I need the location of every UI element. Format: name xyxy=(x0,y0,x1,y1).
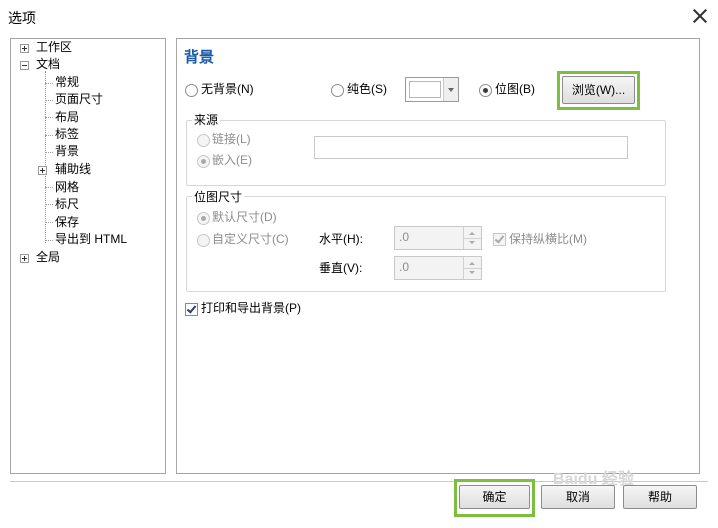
dialog-title: 选项 xyxy=(8,10,36,26)
vertical-size-value: .0 xyxy=(399,260,410,274)
tree-item-labels[interactable]: 标签 xyxy=(55,126,79,143)
vertical-size-stepper[interactable]: .0 xyxy=(394,256,482,280)
tree-guide-line xyxy=(45,71,46,243)
tree-item-label: 工作区 xyxy=(36,40,73,54)
tree-item-export-html[interactable]: 导出到 HTML xyxy=(55,231,127,248)
spin-up-icon[interactable] xyxy=(469,232,475,235)
default-size-radio[interactable] xyxy=(197,212,210,225)
tree-item-rulers[interactable]: 标尺 xyxy=(55,196,79,213)
cancel-button[interactable]: 取消 xyxy=(541,485,615,509)
tree-guide-line xyxy=(45,83,53,84)
color-picker[interactable] xyxy=(405,77,459,102)
solid-color-label[interactable]: 纯色(S) xyxy=(347,82,387,97)
spin-down-icon[interactable] xyxy=(469,271,475,274)
tree-item-label: 导出到 HTML xyxy=(55,232,128,246)
tree-item-layout[interactable]: 布局 xyxy=(55,109,79,126)
tree-guide-line xyxy=(45,100,53,101)
expand-icon[interactable] xyxy=(20,254,29,263)
close-icon[interactable] xyxy=(690,6,710,26)
tree-item-label: 标尺 xyxy=(55,197,80,211)
expand-icon[interactable] xyxy=(20,44,29,53)
tree-item-label: 布局 xyxy=(55,110,80,124)
embed-radio[interactable] xyxy=(197,155,210,168)
tree-item-general[interactable]: 常规 xyxy=(55,74,79,91)
chevron-down-icon[interactable] xyxy=(443,78,458,101)
link-radio[interactable] xyxy=(197,134,210,147)
background-settings-panel: 背景 无背景(N) 纯色(S) 位图(B) 浏览(W)... 来源 链接(L) … xyxy=(176,38,700,474)
tree-guide-line xyxy=(45,204,53,205)
tree-guide-line xyxy=(45,117,53,118)
tree-guide-line xyxy=(45,222,53,223)
bitmap-radio[interactable] xyxy=(479,84,492,97)
tree-item-label: 全局 xyxy=(36,250,61,264)
source-path-field[interactable] xyxy=(314,136,628,159)
tree-item-label: 辅助线 xyxy=(55,162,92,176)
tree-item-label: 网格 xyxy=(55,180,80,194)
keep-aspect-label: 保持纵横比(M) xyxy=(509,232,587,246)
section-title: 背景 xyxy=(184,49,215,66)
bitmap-label[interactable]: 位图(B) xyxy=(495,82,535,97)
spin-down-icon[interactable] xyxy=(469,241,475,244)
ok-button[interactable]: 确定 xyxy=(459,485,530,509)
default-size-label: 默认尺寸(D) xyxy=(212,210,277,224)
bitmap-size-group-title: 位图尺寸 xyxy=(192,190,245,204)
tree-item-label: 背景 xyxy=(55,144,80,158)
no-background-radio[interactable] xyxy=(185,84,198,97)
spin-divider xyxy=(464,268,481,269)
custom-size-label: 自定义尺寸(C) xyxy=(212,232,289,246)
print-export-label[interactable]: 打印和导出背景(P) xyxy=(201,301,301,316)
keep-aspect-checkbox[interactable] xyxy=(493,233,506,246)
browse-button[interactable]: 浏览(W)... xyxy=(562,76,635,104)
help-button[interactable]: 帮助 xyxy=(623,485,697,509)
solid-color-radio[interactable] xyxy=(331,84,344,97)
no-background-label[interactable]: 无背景(N) xyxy=(201,82,254,97)
tree-item-label: 标签 xyxy=(55,127,80,141)
tree-item-background[interactable]: 背景 xyxy=(55,143,79,160)
spin-buttons[interactable] xyxy=(463,227,481,249)
tree-item-label: 保存 xyxy=(55,215,80,229)
source-group-title: 来源 xyxy=(192,113,221,127)
tree-guide-line xyxy=(45,240,53,241)
tree-item-label: 文档 xyxy=(36,57,61,71)
vertical-label: 垂直(V): xyxy=(319,261,363,275)
link-label: 链接(L) xyxy=(212,132,251,146)
tree-item-page-size[interactable]: 页面尺寸 xyxy=(55,91,103,108)
tree-item-save[interactable]: 保存 xyxy=(55,214,79,231)
print-export-checkbox[interactable] xyxy=(185,303,198,316)
color-swatch xyxy=(409,81,441,98)
horizontal-label: 水平(H): xyxy=(319,232,363,246)
tree-item-label: 常规 xyxy=(55,75,80,89)
spin-buttons[interactable] xyxy=(463,257,481,279)
spin-divider xyxy=(464,238,481,239)
horizontal-size-value: .0 xyxy=(399,230,410,244)
collapse-icon[interactable] xyxy=(20,61,29,70)
tree-item-label: 页面尺寸 xyxy=(55,92,104,106)
horizontal-size-stepper[interactable]: .0 xyxy=(394,226,482,250)
custom-size-radio[interactable] xyxy=(197,234,210,247)
expand-icon[interactable] xyxy=(38,166,47,175)
spin-up-icon[interactable] xyxy=(469,262,475,265)
tree-guide-line xyxy=(45,135,53,136)
embed-label: 嵌入(E) xyxy=(212,153,252,167)
tree-guide-line xyxy=(45,152,53,153)
tree-item-grid[interactable]: 网格 xyxy=(55,179,79,196)
options-tree[interactable]: 工作区 文档 常规 页面尺寸 布局 标签 背景 辅助线 网格 标尺 保存 导出到… xyxy=(10,38,166,474)
tree-guide-line xyxy=(45,187,53,188)
